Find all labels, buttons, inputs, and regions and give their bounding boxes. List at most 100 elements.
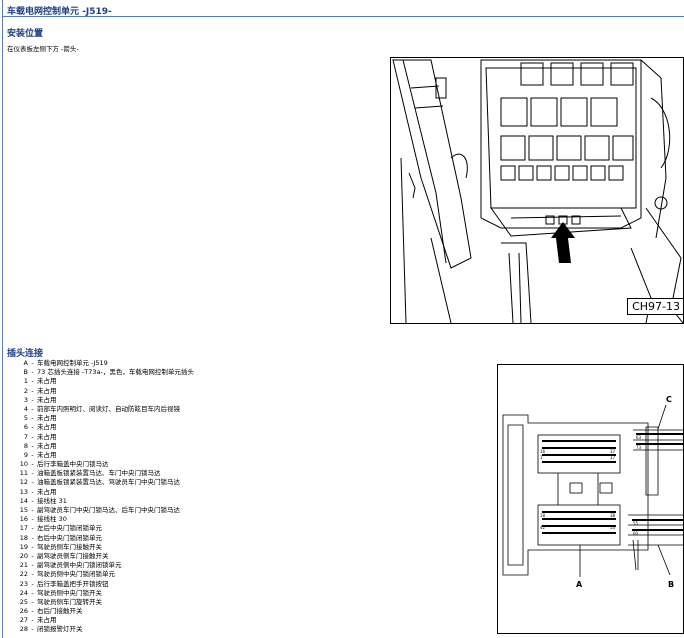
connector-item-id: 25: [19, 597, 28, 606]
connector-item-id: 20: [19, 551, 28, 560]
pin-label-73: 73: [636, 445, 642, 450]
connector-item: 6- 未占用: [18, 423, 194, 432]
installation-heading: 安装位置: [7, 29, 44, 39]
connector-item: 22- 驾驶员侧中央门锁闭锁单元: [18, 570, 194, 579]
connector-item-text: 未占用: [37, 450, 57, 459]
connector-item: 14- 接线柱 31: [18, 497, 194, 506]
connector-item: 20- 副驾驶员侧车门接触开关: [18, 552, 194, 561]
connector-item-text: 右后中央门锁闭锁单元: [37, 533, 102, 542]
connector-item-text: 未占用: [37, 395, 57, 404]
pin-label-38: 38: [610, 513, 616, 518]
connector-item-text: 驾驶员侧车门接触开关: [37, 542, 102, 551]
connector-figure: 16 37 1 17 18 38 42 53 55 60 63 73 A B C: [497, 364, 684, 634]
connector-item-text: 未占用: [37, 432, 57, 441]
connector-item-separator: -: [31, 487, 34, 496]
pin-label-37: 37: [610, 449, 616, 454]
connector-item-text: 副驾驶员车门中央门锁马达、后车门中央门锁马达: [37, 506, 180, 514]
connector-item-text: 副驾驶员侧中央门锁闭锁单元: [37, 561, 122, 570]
connector-item-separator: -: [31, 542, 34, 551]
connector-item: 25- 驾驶员侧车门旋转开关: [18, 598, 194, 607]
pin-label-55: 55: [633, 521, 639, 526]
pin-label-60: 60: [633, 531, 639, 536]
connector-item-text: 车载电网控制单元 -J519: [37, 359, 108, 367]
installation-text: 在仪表板左侧下方 -箭头-: [7, 45, 79, 53]
connector-item: 19- 驾驶员侧车门接触开关: [18, 543, 194, 552]
connector-item: 3- 未占用: [18, 396, 194, 405]
pin-label-63: 63: [636, 435, 642, 440]
connector-item-separator: -: [31, 359, 34, 367]
connector-item-id: 24: [19, 588, 28, 597]
connector-item: 8- 未占用: [18, 442, 194, 451]
connector-item: 28- 闭锁报警灯开关: [18, 625, 194, 634]
connector-item-text: 副驾驶员侧车门接触开关: [37, 551, 109, 560]
connector-item: 13- 未占用: [18, 488, 194, 497]
connector-item-separator: -: [31, 377, 34, 386]
connector-item-separator: -: [31, 625, 34, 634]
connector-item-id: 15: [19, 506, 28, 514]
connector-item-id: 10: [19, 460, 28, 469]
connector-item: A - 车载电网控制单元 -J519: [18, 359, 194, 368]
connector-item-id: 18: [19, 533, 28, 542]
connector-item-separator: -: [31, 588, 34, 597]
connector-item-id: A: [23, 359, 28, 367]
left-border: [2, 0, 3, 638]
pin-label-53: 53: [610, 525, 616, 530]
connector-item-id: 1: [23, 377, 28, 386]
connector-item-separator: -: [31, 478, 34, 487]
connector-heading: 插头连接: [7, 349, 44, 359]
connector-item-text: 驾驶员侧中央门锁开关: [37, 588, 102, 597]
connector-item-id: 9: [23, 450, 28, 459]
connector-item-text: 未占用: [37, 386, 57, 395]
connector-item-id: 3: [23, 395, 28, 404]
connector-item-separator: -: [31, 607, 34, 616]
label-b: B: [668, 580, 674, 589]
pin-label-42: 42: [540, 525, 546, 530]
connector-item: 17- 左后中央门锁闭锁单元: [18, 524, 194, 533]
connector-item: B -73 芯插头连接 -T73a-，黑色，车载电网控制单元插头: [18, 368, 194, 377]
pin-label-18: 18: [540, 513, 546, 518]
connector-item-text: 后行李箱盖中央门锁马达: [37, 460, 109, 469]
connector-item-id: B: [23, 368, 28, 377]
connector-item-separator: -: [31, 616, 34, 625]
connector-item-id: 12: [19, 478, 28, 487]
connector-item-id: 2: [23, 386, 28, 395]
connector-item-separator: -: [31, 368, 34, 377]
connector-item-id: 19: [19, 542, 28, 551]
connector-item-text: 右后门接触开关: [37, 607, 83, 616]
connector-item-id: 17: [19, 524, 28, 533]
connector-item: 10- 后行李箱盖中央门锁马达: [18, 460, 194, 469]
connector-item-text: 未占用: [37, 441, 57, 450]
connector-item-text: 接线柱 31: [37, 496, 67, 505]
connector-item: 1- 未占用: [18, 377, 194, 386]
connector-item-id: 5: [23, 414, 28, 423]
connector-item: 18- 右后中央门锁闭锁单元: [18, 534, 194, 543]
connector-item: 5- 未占用: [18, 414, 194, 423]
connector-item-separator: -: [31, 533, 34, 542]
connector-item-separator: -: [31, 432, 34, 441]
connector-item-separator: -: [31, 551, 34, 560]
connector-item: 9- 未占用: [18, 451, 194, 460]
connector-item: 24- 驾驶员侧中央门锁开关: [18, 589, 194, 598]
connector-item-separator: -: [31, 395, 34, 404]
connector-item-text: 左后中央门锁闭锁单元: [37, 524, 102, 533]
connector-item-id: 8: [23, 441, 28, 450]
connector-item-id: 13: [19, 487, 28, 496]
connector-item-separator: -: [31, 386, 34, 395]
connector-item-separator: -: [31, 570, 34, 579]
installation-drawing: [392, 59, 683, 323]
connector-item-id: 7: [23, 432, 28, 441]
connector-item: 16- 接线柱 30: [18, 515, 194, 524]
connector-drawing: 16 37 1 17 18 38 42 53 55 60 63 73 A B C: [502, 395, 683, 589]
connector-item-separator: -: [31, 414, 34, 423]
pin-label-17: 17: [610, 455, 616, 460]
connector-item: 21- 副驾驶员侧中央门锁闭锁单元: [18, 561, 194, 570]
connector-item-text: 油箱盖板锁紧装置马达、驾驶员车门中央门锁马达: [37, 478, 180, 487]
connector-item-id: 4: [23, 404, 28, 413]
connector-item-separator: -: [31, 450, 34, 459]
connector-item-separator: -: [31, 469, 34, 478]
connector-list: A - 车载电网控制单元 -J519 B -73 芯插头连接 -T73a-，黑色，车载电…: [18, 359, 194, 635]
connector-item-separator: -: [31, 496, 34, 505]
connector-item-text: 闭锁报警灯开关: [37, 625, 83, 634]
page-title: 车载电网控制单元 -J519-: [7, 7, 112, 17]
label-a: A: [576, 580, 583, 589]
